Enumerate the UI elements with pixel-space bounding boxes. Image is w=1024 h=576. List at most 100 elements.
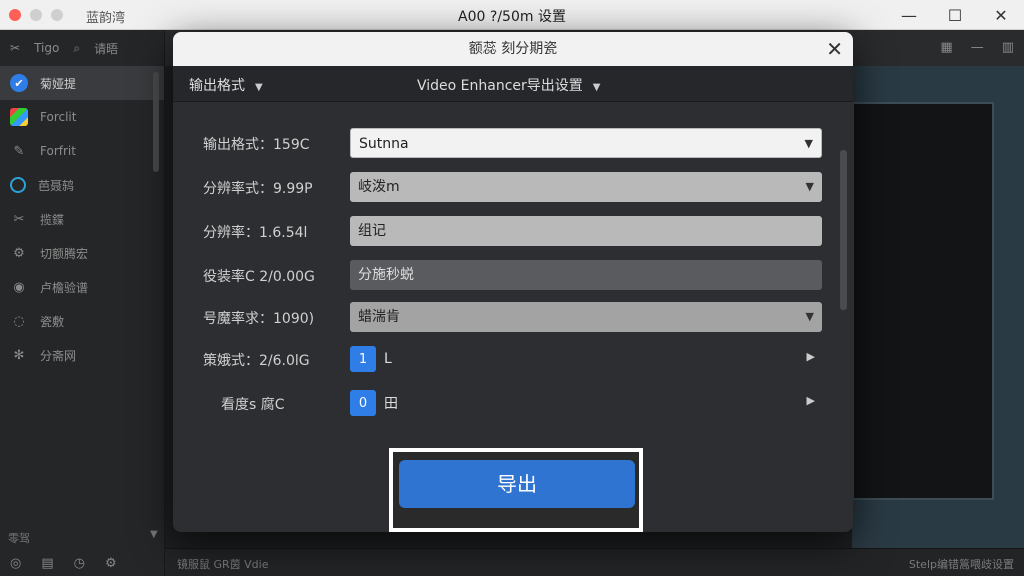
chevron-right-icon[interactable]: ▶ bbox=[807, 394, 815, 407]
sidebar-item-7[interactable]: ◌ 瓷敷 bbox=[0, 304, 164, 338]
search-icon[interactable]: ⌕ bbox=[73, 41, 80, 56]
chevron-down-icon[interactable]: ▼ bbox=[150, 529, 158, 540]
sidebar-item-label: 卢檐验谱 bbox=[40, 280, 89, 295]
window-titlebar: 蓝韵湾 A00 ?/50m 设置 — ☐ ✕ bbox=[0, 0, 1024, 30]
chevron-down-icon: ▼ bbox=[805, 310, 814, 323]
field-label: 策娥式：2/6.0lG bbox=[203, 353, 310, 369]
form-row-framerate: 号魔率求：1090) 蜡湍肯 ▼ bbox=[173, 302, 853, 332]
format-select[interactable]: Sutnna ▼ bbox=[350, 128, 822, 158]
folder-icon[interactable]: ▦ bbox=[940, 40, 952, 55]
dialog-title: 额蕊 刻分期瓷 bbox=[468, 41, 558, 57]
form-row-bitrate: 役装率C 2/0.00G 分施秒蜕 bbox=[173, 260, 853, 290]
chevron-down-icon: ▼ bbox=[804, 137, 813, 150]
sidebar-item-3[interactable]: 芭聂鸫 bbox=[0, 168, 164, 202]
sidebar-item-label: 瓷敷 bbox=[40, 314, 65, 329]
sidebar-footer-label: 零驾 bbox=[8, 532, 30, 545]
sidebar-item-4[interactable]: ✂ 揽鍱 bbox=[0, 202, 164, 236]
close-icon[interactable]: ✕ bbox=[826, 32, 843, 66]
check-icon: ✔ bbox=[10, 74, 28, 92]
close-icon[interactable]: ✕ bbox=[978, 0, 1024, 30]
export-button-inner: 导出 bbox=[393, 452, 639, 528]
maximize-icon[interactable]: ☐ bbox=[932, 0, 978, 30]
field-label: 输出格式：159C bbox=[203, 137, 310, 153]
stepper-value[interactable]: 0 bbox=[350, 390, 376, 416]
status-right: Stelp编错篙喂歧设置 bbox=[908, 558, 1014, 571]
framerate-select[interactable]: 蜡湍肯 ▼ bbox=[350, 302, 822, 332]
field-label: 号魔率求：1090) bbox=[203, 311, 315, 327]
sidebar: ✂ Tigo ⌕ 请晤 ✔ 菊娅提 Forclit ✎ Forfrit 芭聂鸫 … bbox=[0, 30, 165, 576]
field-label: 看度s 腐C bbox=[221, 397, 285, 413]
export-button[interactable]: 导出 bbox=[399, 460, 635, 508]
tools-icon[interactable]: ✂ bbox=[10, 41, 20, 55]
sidebar-item-6[interactable]: ◉ 卢檐验谱 bbox=[0, 270, 164, 304]
gear-icon: ⚙ bbox=[13, 245, 25, 261]
dialog-tabs: 输出格式 ▼ Video Enhancer导出设置 ▼ bbox=[173, 66, 853, 102]
sidebar-header: ✂ Tigo ⌕ 请晤 bbox=[0, 30, 164, 66]
sidebar-item-8[interactable]: ✻ 分斋网 bbox=[0, 338, 164, 372]
sidebar-bottom-toolbar: ◎ ▤ ◷ ⚙ bbox=[0, 550, 165, 576]
sidebar-item-0[interactable]: ✔ 菊娅提 bbox=[0, 66, 164, 100]
stepper-unit: L bbox=[384, 351, 392, 367]
select-value: 蜡湍肯 bbox=[358, 309, 400, 325]
dialog-titlebar: 额蕊 刻分期瓷 ✕ bbox=[173, 32, 853, 66]
sidebar-top-label-2[interactable]: 请晤 bbox=[94, 40, 118, 57]
status-left: 镜服鼠 GR茵 Vdie bbox=[177, 558, 269, 571]
export-button-frame: 导出 bbox=[389, 448, 643, 532]
field-value: 分施秒蜕 bbox=[358, 267, 414, 283]
stepper-value[interactable]: 1 bbox=[350, 346, 376, 372]
grid-icon bbox=[10, 108, 28, 126]
resolution-mode-select[interactable]: 岐泼m ▼ bbox=[350, 172, 822, 202]
sidebar-item-label: Forclit bbox=[40, 110, 77, 124]
chevron-down-icon: ▼ bbox=[592, 82, 601, 93]
quantity-stepper[interactable]: 1 L bbox=[350, 346, 392, 372]
location-icon[interactable]: ◎ bbox=[10, 556, 21, 571]
resolution-field[interactable]: 组记 bbox=[350, 216, 822, 246]
sidebar-item-label: 菊娅提 bbox=[40, 76, 77, 91]
chevron-right-icon[interactable]: ▶ bbox=[807, 350, 815, 363]
film-icon[interactable]: ▤ bbox=[41, 556, 53, 571]
settings-icon[interactable]: ⚙ bbox=[105, 556, 117, 571]
field-label: 分辨率：1.6.54l bbox=[203, 225, 308, 241]
toolbar-right: ▦ — ▥ bbox=[940, 40, 1014, 55]
minus-icon[interactable]: — bbox=[971, 40, 984, 55]
field-label: 役装率C 2/0.00G bbox=[203, 269, 315, 285]
sidebar-item-label: 芭聂鸫 bbox=[38, 178, 75, 193]
scissors-icon: ✂ bbox=[13, 211, 25, 227]
sidebar-item-1[interactable]: Forclit bbox=[0, 100, 164, 134]
sidebar-item-label: 分斋网 bbox=[40, 348, 77, 363]
sidebar-item-5[interactable]: ⚙ 切额腾宏 bbox=[0, 236, 164, 270]
export-settings-dialog: 额蕊 刻分期瓷 ✕ 输出格式 ▼ Video Enhancer导出设置 ▼ 输出格式… bbox=[173, 32, 853, 532]
panel-icon[interactable]: ▥ bbox=[1002, 40, 1014, 55]
form-row-output-format: 输出格式：159C Sutnna ▼ bbox=[173, 128, 853, 158]
sidebar-item-label: Forfrit bbox=[40, 144, 76, 158]
paint-icon: ◉ bbox=[13, 279, 25, 295]
tab-output-format[interactable]: 输出格式 ▼ bbox=[189, 75, 263, 95]
dialog-scrollbar[interactable] bbox=[840, 150, 847, 310]
window-controls: — ☐ ✕ bbox=[886, 0, 1024, 30]
form-row-stepper-1: 策娥式：2/6.0lG 1 L ▶ bbox=[173, 344, 853, 374]
select-value: Sutnna bbox=[359, 136, 409, 152]
sidebar-top-label[interactable]: Tigo bbox=[34, 41, 59, 55]
tab-label: Video Enhancer导出设置 bbox=[417, 78, 583, 94]
sidebar-item-label: 揽鍱 bbox=[40, 212, 65, 227]
select-value: 岐泼m bbox=[358, 179, 400, 195]
status-bar: 镜服鼠 GR茵 Vdie Stelp编错篙喂歧设置 bbox=[165, 548, 1024, 576]
ring-icon bbox=[10, 177, 26, 193]
tab-video-enhancer[interactable]: Video Enhancer导出设置 ▼ bbox=[417, 75, 601, 95]
video-preview[interactable] bbox=[852, 102, 994, 500]
chat-icon: ◌ bbox=[13, 313, 25, 329]
chevron-down-icon: ▼ bbox=[255, 82, 263, 93]
bitrate-field[interactable]: 分施秒蜕 bbox=[350, 260, 822, 290]
sidebar-item-2[interactable]: ✎ Forfrit bbox=[0, 134, 164, 168]
field-label: 分辨率式：9.99P bbox=[203, 181, 313, 197]
field-value: 组记 bbox=[358, 223, 386, 239]
brush-icon: ✎ bbox=[13, 143, 25, 159]
form-row-stepper-2: 看度s 腐C 0 田 ▶ bbox=[173, 388, 853, 418]
form-row-resolution-mode: 分辨率式：9.99P 岐泼m ▼ bbox=[173, 172, 853, 202]
quantity-stepper[interactable]: 0 田 bbox=[350, 390, 398, 416]
sidebar-scrollbar[interactable] bbox=[153, 72, 159, 172]
clock-icon[interactable]: ◷ bbox=[74, 556, 85, 571]
minimize-icon[interactable]: — bbox=[886, 0, 932, 30]
window-title: A00 ?/50m 设置 bbox=[458, 9, 566, 25]
tab-label: 输出格式 bbox=[189, 78, 245, 94]
